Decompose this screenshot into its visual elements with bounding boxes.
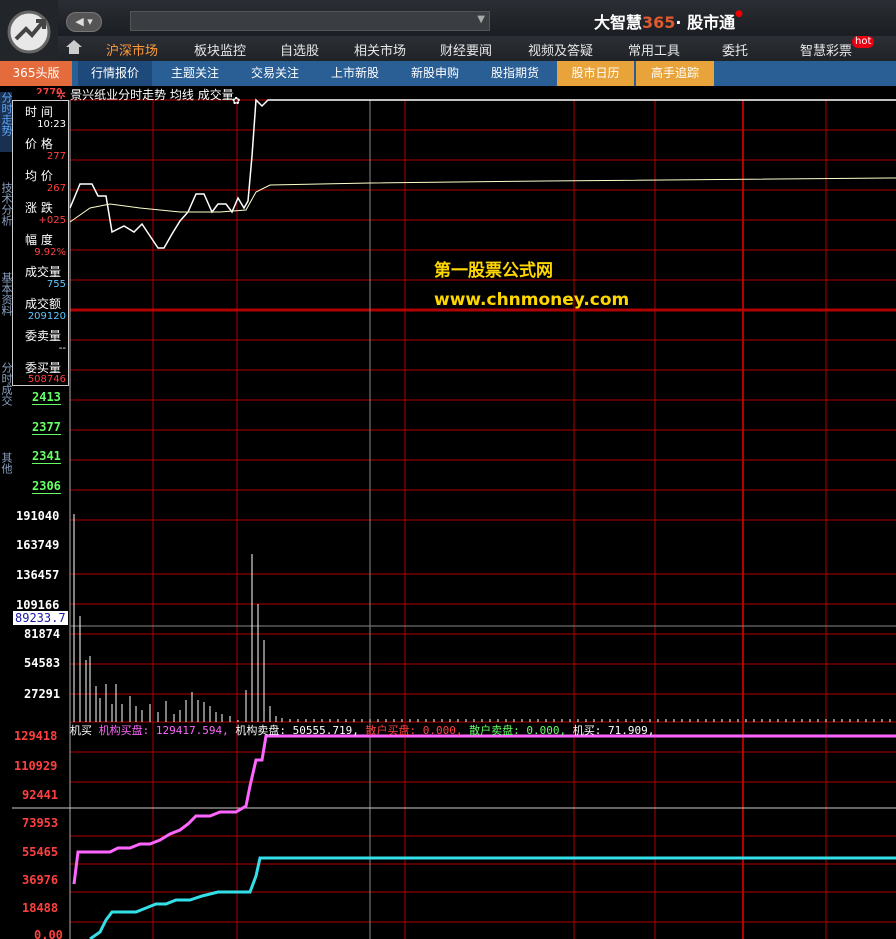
menu-finance-news[interactable]: 财经要闻 bbox=[440, 40, 492, 59]
brand-title: 大智慧365· 股市通● bbox=[594, 9, 743, 32]
price-tick: 2306 bbox=[32, 479, 61, 494]
menu-lottery[interactable]: 智慧彩票 bbox=[800, 40, 852, 59]
back-forward-button[interactable]: ◀ ▾ bbox=[66, 12, 102, 32]
tab-topics[interactable]: 主题关注 bbox=[158, 61, 232, 86]
volume-label: 成交量 bbox=[25, 265, 62, 279]
volume-tick: 163749 bbox=[16, 538, 60, 552]
search-input[interactable]: ▼ bbox=[130, 11, 490, 31]
tab-index-futures[interactable]: 股指期货 bbox=[478, 61, 552, 86]
avg-label: 均 价 bbox=[25, 169, 53, 183]
price-line bbox=[69, 98, 896, 249]
crosshair-info-panel: 时 间 10:23 价 格 277 均 价 267 涨 跌 +025 幅 度 9… bbox=[12, 100, 69, 386]
flow-tick: 18488 bbox=[22, 901, 59, 915]
amount-value: 209120 bbox=[27, 311, 66, 322]
home-icon[interactable] bbox=[66, 40, 82, 54]
volume-tick: 54583 bbox=[24, 656, 61, 670]
inst-buy-line bbox=[72, 734, 896, 885]
menu-video-qa[interactable]: 视频及答疑 bbox=[528, 40, 593, 59]
ask-volume-label: 委卖量 bbox=[25, 329, 62, 343]
chart-grid bbox=[12, 99, 896, 939]
menu-shanghai-shenzhen[interactable]: 沪深市场 bbox=[106, 40, 158, 59]
menu-delegate[interactable]: 委托 bbox=[722, 40, 748, 59]
flow-tick: 129418 bbox=[14, 729, 58, 743]
watermark-title: 第一股票公式网 bbox=[434, 261, 553, 281]
ask-volume-value: -- bbox=[58, 343, 66, 354]
price-label: 价 格 bbox=[25, 137, 53, 151]
intraday-chart[interactable] bbox=[0, 86, 896, 939]
volume-tick: 191040 bbox=[16, 509, 60, 523]
chart-title: ✲ 景兴纸业分时走势 均线 成交量 bbox=[56, 88, 234, 102]
settings-icon[interactable]: ✿ bbox=[232, 96, 240, 107]
chevron-down-icon[interactable]: ▼ bbox=[477, 14, 485, 25]
sub-tab-bar: 365头版 行情报价 主题关注 交易关注 上市新股 新股申购 股指期货 股市日历… bbox=[0, 61, 896, 86]
bid-volume-value: 508746 bbox=[27, 374, 66, 385]
indicator-legend: 机买 机构买盘: 129417.594, 机构卖盘: 50555.719, 散户… bbox=[70, 724, 655, 737]
inst-sell-line bbox=[89, 856, 896, 939]
tab-365-front[interactable]: 365头版 bbox=[0, 61, 72, 86]
change-label: 涨 跌 bbox=[25, 201, 53, 215]
avg-value: 267 bbox=[46, 183, 66, 194]
percent-value: 9.92% bbox=[34, 247, 66, 258]
tab-trading[interactable]: 交易关注 bbox=[238, 61, 312, 86]
flow-tick: 92441 bbox=[22, 788, 59, 802]
volume-tick: 81874 bbox=[24, 627, 61, 641]
change-value: +025 bbox=[38, 215, 66, 226]
time-value: 10:23 bbox=[37, 119, 66, 130]
menu-related-markets[interactable]: 相关市场 bbox=[354, 40, 406, 59]
menu-watchlist[interactable]: 自选股 bbox=[280, 40, 319, 59]
price-value: 277 bbox=[46, 151, 66, 162]
price-tick: 2341 bbox=[32, 449, 61, 464]
order-flow-lines bbox=[72, 734, 896, 939]
price-tick: 2377 bbox=[32, 420, 61, 435]
flow-tick: 110929 bbox=[14, 759, 58, 773]
volume-value: 755 bbox=[46, 279, 66, 290]
price-series-line bbox=[69, 98, 896, 249]
volume-tick: 136457 bbox=[16, 568, 60, 582]
notification-dot-icon: ● bbox=[735, 9, 743, 19]
amount-label: 成交额 bbox=[25, 297, 62, 311]
volume-tick: 109166 bbox=[16, 598, 60, 612]
tab-ipo-subscribe[interactable]: 新股申购 bbox=[398, 61, 472, 86]
price-axis-top: 2770 bbox=[36, 86, 63, 94]
logo-icon bbox=[7, 10, 51, 54]
time-label: 时 间 bbox=[25, 105, 53, 119]
flow-tick: 36976 bbox=[22, 873, 59, 887]
tab-quotes[interactable]: 行情报价 bbox=[78, 61, 152, 86]
app-logo[interactable] bbox=[0, 0, 58, 64]
tab-expert-tracking[interactable]: 高手追踪 bbox=[636, 61, 714, 86]
flow-tick: 0.00 bbox=[34, 928, 63, 939]
hot-badge: hot bbox=[852, 36, 875, 48]
volume-tick: 27291 bbox=[24, 687, 61, 701]
volume-current-value: 89233.7 bbox=[13, 611, 68, 625]
flow-tick: 73953 bbox=[22, 816, 59, 830]
main-menu: 沪深市场 板块监控 自选股 相关市场 财经要闻 视频及答疑 常用工具 委托 智慧… bbox=[58, 36, 896, 61]
tab-new-listings[interactable]: 上市新股 bbox=[318, 61, 392, 86]
flow-tick: 55465 bbox=[22, 845, 59, 859]
tab-market-calendar[interactable]: 股市日历 bbox=[557, 61, 634, 86]
percent-label: 幅 度 bbox=[25, 233, 53, 247]
menu-tools[interactable]: 常用工具 bbox=[628, 40, 680, 59]
price-tick: 2413 bbox=[32, 390, 61, 405]
watermark-url: www.chnmoney.com bbox=[434, 290, 630, 310]
volume-bars bbox=[73, 514, 891, 722]
menu-sector-monitor[interactable]: 板块监控 bbox=[194, 40, 246, 59]
title-bar: ◀ ▾ ▼ 大智慧365· 股市通● bbox=[0, 0, 896, 36]
